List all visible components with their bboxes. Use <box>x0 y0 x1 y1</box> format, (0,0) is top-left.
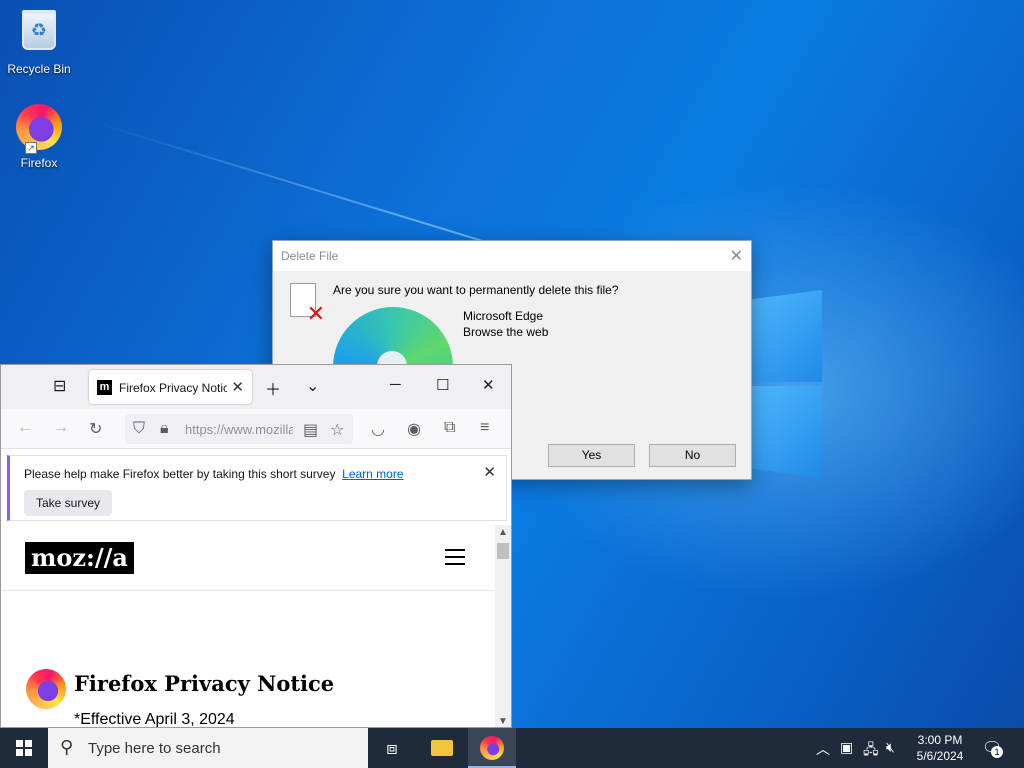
desktop-icon-firefox[interactable]: ↗ Firefox <box>1 104 77 170</box>
dialog-file-info: Microsoft Edge Browse the web <box>463 308 548 340</box>
firefox-icon: ↗ <box>15 104 63 154</box>
desktop-icon-label: Recycle Bin <box>7 62 71 76</box>
close-window-button[interactable]: ✕ <box>482 376 495 394</box>
bookmark-star-icon[interactable]: ☆ <box>330 420 344 440</box>
dialog-title: Delete File <box>281 249 339 263</box>
maximize-button[interactable]: ☐ <box>436 376 449 394</box>
firefox-logo-icon <box>26 669 66 709</box>
firefox-window: ⊟ m Firefox Privacy Notice ✕ ＋ ⌄ ─ ☐ ✕ ←… <box>0 364 512 728</box>
list-all-tabs-chevron-icon[interactable]: ⌄ <box>306 376 319 396</box>
survey-notification-bar: Please help make Firefox better by takin… <box>7 455 507 521</box>
search-icon: ⚲ <box>60 737 74 757</box>
tab-firefox-privacy-notice[interactable]: m Firefox Privacy Notice ✕ <box>89 370 252 404</box>
clock-time: 3:00 PM <box>917 733 963 747</box>
no-button[interactable]: No <box>649 444 736 467</box>
effective-date: *Effective April 3, 2024 <box>74 711 235 728</box>
scroll-up-icon[interactable]: ▲ <box>498 527 508 538</box>
task-view-icon: ⧈ <box>386 738 398 758</box>
meet-now-icon[interactable]: ▣ <box>840 739 853 756</box>
network-icon[interactable]: 🖧︎ <box>863 739 879 763</box>
action-center-button[interactable]: 🗨︎ 1 <box>982 738 1003 758</box>
wallpaper-windows-logo-pane <box>752 290 822 382</box>
take-survey-button[interactable]: Take survey <box>24 490 113 516</box>
url-bar[interactable]: ⛉ 🔒︎ https://www.mozilla.org/en-US/priva… <box>125 414 353 444</box>
clock-date: 5/6/2024 <box>916 749 964 763</box>
scroll-down-icon[interactable]: ▼ <box>498 716 508 727</box>
survey-close-icon[interactable]: ✕ <box>483 463 496 481</box>
folder-icon <box>431 740 453 756</box>
dialog-file-name: Microsoft Edge <box>463 309 544 323</box>
minimize-button[interactable]: ─ <box>390 376 401 393</box>
dialog-titlebar[interactable]: Delete File ✕ <box>273 241 751 271</box>
yes-button[interactable]: Yes <box>548 444 635 467</box>
tracking-protection-shield-icon[interactable]: ⛉ <box>133 420 145 438</box>
page-title: Firefox Privacy Notice <box>74 671 335 696</box>
extensions-puzzle-icon[interactable]: ⧉ <box>444 419 455 437</box>
page-scrollbar[interactable]: ▲ ▼ <box>495 525 511 727</box>
delete-file-icon: ✕ <box>290 283 325 325</box>
learn-more-link[interactable]: Learn more <box>342 467 403 481</box>
desktop-icon-label: Firefox <box>20 156 58 170</box>
notification-count-badge: 1 <box>991 746 1003 758</box>
firefox-nav-bar: ← → ↻ ⛉ 🔒︎ https://www.mozilla.org/en-US… <box>1 409 511 449</box>
taskbar: ⚲ Type here to search ⧈ ︿ ▣ 🖧︎ 🔇︎ 3:00 P… <box>0 728 1024 768</box>
dialog-close-button[interactable]: ✕ <box>730 246 743 266</box>
hamburger-menu-icon[interactable] <box>445 549 465 570</box>
firefox-taskbar-button[interactable] <box>468 728 516 768</box>
wallpaper-windows-logo-pane <box>752 386 822 478</box>
desktop-icon-recycle-bin[interactable]: Recycle Bin <box>1 6 77 76</box>
survey-message: Please help make Firefox better by takin… <box>24 467 404 481</box>
search-placeholder: Type here to search <box>88 740 221 757</box>
reader-view-icon[interactable]: ▤ <box>303 420 318 440</box>
back-arrow-icon[interactable]: ← <box>17 419 33 437</box>
url-text: https://www.mozilla.org/en-US/privacy/fi… <box>185 422 293 437</box>
new-tab-icon[interactable]: ＋ <box>265 376 281 400</box>
reload-icon[interactable]: ↻ <box>89 419 102 439</box>
mozilla-site-header: moz://a <box>1 525 495 591</box>
page-content: moz://a Firefox Privacy Notice *Effectiv… <box>1 525 495 728</box>
pocket-icon[interactable]: ◡ <box>371 419 385 439</box>
recycle-bin-icon <box>15 10 63 58</box>
taskbar-clock[interactable]: 3:00 PM 5/6/2024 <box>912 732 968 764</box>
tab-close-icon[interactable]: ✕ <box>231 378 244 396</box>
shortcut-arrow-icon: ↗ <box>25 142 37 154</box>
start-button[interactable] <box>0 728 48 768</box>
show-hidden-icons-chevron-icon[interactable]: ︿ <box>816 739 830 759</box>
volume-muted-icon[interactable]: 🔇︎ <box>886 739 895 756</box>
task-view-button[interactable]: ⧈ <box>368 728 416 768</box>
lock-icon[interactable]: 🔒︎ <box>160 420 169 438</box>
microsoft-edge-icon <box>333 307 453 367</box>
windows-logo-icon <box>16 740 32 756</box>
dialog-file-description: Browse the web <box>463 325 549 339</box>
taskbar-search-box[interactable]: ⚲ Type here to search <box>48 728 368 768</box>
tab-title: Firefox Privacy Notice <box>119 381 227 395</box>
firefox-view-icon[interactable]: ⊟ <box>53 376 66 396</box>
scrollbar-thumb[interactable] <box>497 543 509 559</box>
account-icon[interactable]: ◉ <box>407 419 421 439</box>
mozilla-favicon-icon: m <box>97 380 112 395</box>
firefox-icon <box>480 736 504 760</box>
app-menu-icon[interactable]: ≡ <box>480 419 489 437</box>
forward-arrow-icon[interactable]: → <box>53 419 69 437</box>
dialog-question: Are you sure you want to permanently del… <box>333 283 619 297</box>
firefox-tab-bar: ⊟ m Firefox Privacy Notice ✕ ＋ ⌄ ─ ☐ ✕ <box>1 365 511 409</box>
mozilla-logo[interactable]: moz://a <box>25 542 134 574</box>
file-explorer-button[interactable] <box>418 728 466 768</box>
